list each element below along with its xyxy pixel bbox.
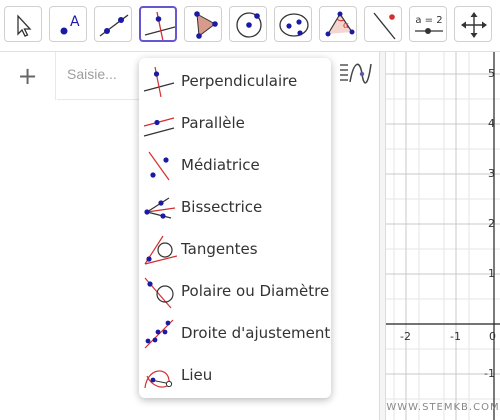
menu-item-parallel[interactable]: Parallèle	[139, 102, 331, 144]
polygon-icon	[194, 11, 218, 39]
x-tick-minus-1: -1	[450, 330, 461, 343]
algebra-view-style-icon	[340, 63, 372, 84]
circle-center-point-icon	[236, 12, 262, 38]
point-A-icon: A	[60, 14, 80, 35]
menu-item-label: Droite d'ajustement	[181, 324, 331, 342]
point-tool-button[interactable]: A	[49, 6, 87, 42]
add-input-button[interactable]: +	[0, 52, 56, 100]
tangents-icon	[144, 235, 177, 265]
line-tool-button[interactable]	[94, 6, 132, 42]
reflect-tool-button[interactable]	[364, 6, 402, 42]
slider-tool-label: a = 2	[415, 15, 442, 26]
ellipse-icon	[279, 13, 309, 37]
angle-alpha-label: α	[343, 21, 349, 31]
move-graphics-tool-button[interactable]	[454, 6, 492, 42]
move-graphics-view-icon	[461, 12, 487, 38]
angle-bisector-icon	[144, 197, 176, 219]
y-tick-5: 5	[488, 67, 495, 80]
parallel-line-icon	[143, 117, 175, 137]
menu-item-label: Lieu	[181, 366, 213, 384]
line-through-two-points-icon	[99, 14, 129, 37]
y-tick-2: 2	[488, 217, 495, 230]
graphics-view[interactable]: 5 4 3 2 1 -1 -2 -1 0	[386, 52, 500, 420]
move-tool-button[interactable]	[4, 6, 42, 42]
menu-item-polar-diameter[interactable]: Polaire ou Diamètre	[139, 270, 331, 312]
y-tick-3: 3	[488, 167, 495, 180]
slider-icon	[415, 28, 443, 34]
svg-text:A: A	[70, 14, 80, 30]
graphics-grid	[386, 52, 500, 420]
cursor-arrow-icon	[17, 14, 32, 37]
x-tick-minus-2: -2	[400, 330, 411, 343]
polygon-tool-button[interactable]	[184, 6, 222, 42]
locus-icon	[144, 370, 173, 389]
angle-tool-button[interactable]: α	[319, 6, 357, 42]
perpendicular-line-icon	[143, 66, 175, 98]
perpendicular-bisector-icon	[148, 151, 170, 181]
perpendicular-line-icon	[144, 11, 175, 40]
slider-tool-button[interactable]: a = 2	[409, 6, 447, 42]
circle-tool-button[interactable]	[229, 6, 267, 42]
polar-diameter-icon	[144, 277, 174, 309]
menu-item-locus[interactable]: Lieu	[139, 354, 331, 396]
y-tick-minus-1: -1	[484, 367, 495, 380]
reflect-about-line-icon	[373, 12, 396, 40]
perpendicular-line-tool-button[interactable]	[139, 6, 177, 42]
tool-dropdown-menu: Perpendiculaire Parallèle Médiatrice Bis…	[139, 58, 331, 398]
best-fit-line-icon	[144, 319, 174, 349]
menu-item-perpendicular[interactable]: Perpendiculaire	[139, 60, 331, 102]
menu-item-angle-bisector[interactable]: Bissectrice	[139, 186, 331, 228]
menu-item-tangents[interactable]: Tangentes	[139, 228, 331, 270]
algebra-style-button[interactable]	[334, 58, 374, 92]
menu-item-label: Médiatrice	[181, 156, 260, 174]
menu-item-best-fit-line[interactable]: Droite d'ajustement	[139, 312, 331, 354]
menu-item-label: Tangentes	[181, 240, 258, 258]
menu-item-label: Parallèle	[181, 114, 245, 132]
plus-icon: +	[17, 62, 38, 90]
angle-icon	[325, 11, 355, 37]
watermark-text: WWW.STEMKB.COM	[386, 402, 500, 413]
menu-item-label: Perpendiculaire	[181, 72, 298, 90]
x-tick-0: 0	[489, 330, 496, 343]
conic-tool-button[interactable]	[274, 6, 312, 42]
menu-item-label: Polaire ou Diamètre	[181, 282, 330, 300]
menu-item-label: Bissectrice	[181, 198, 263, 216]
view-divider[interactable]	[379, 52, 386, 420]
y-tick-1: 1	[488, 267, 495, 280]
menu-item-perpendicular-bisector[interactable]: Médiatrice	[139, 144, 331, 186]
y-tick-4: 4	[488, 117, 495, 130]
input-placeholder: Saisie...	[67, 66, 117, 82]
toolbar: A α a = 2	[0, 0, 500, 52]
